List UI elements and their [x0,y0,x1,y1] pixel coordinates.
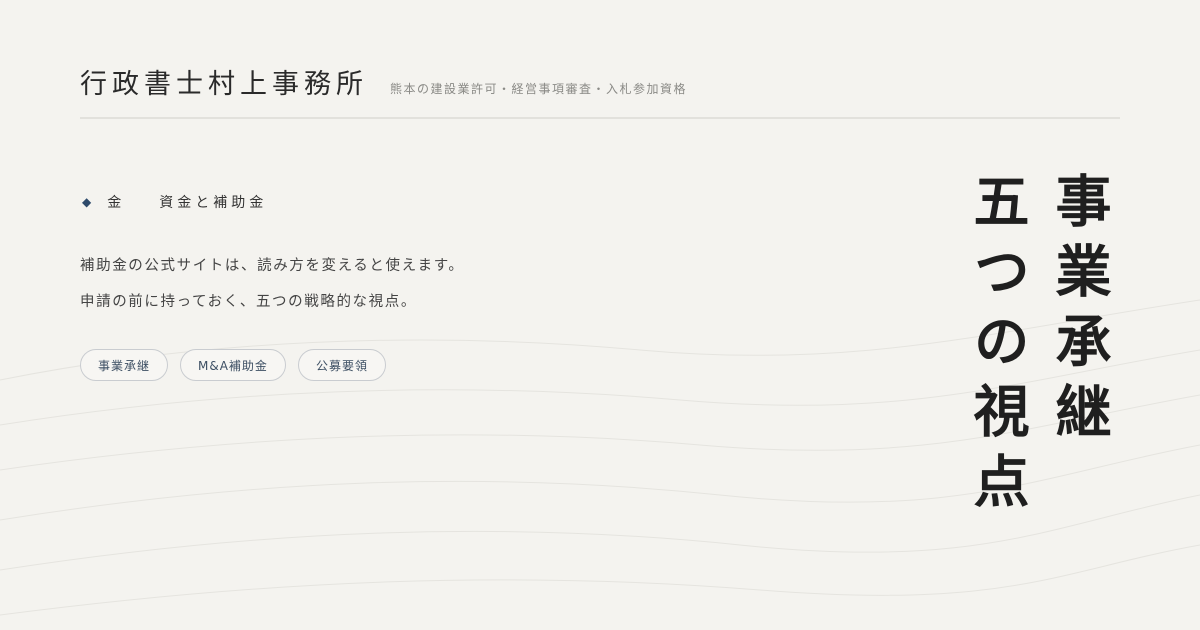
lead-line-2: 申請の前に持っておく、五つの戦略的な視点。 [80,294,417,310]
site-header: 行政書士村上事務所 熊本の建設業許可・経営事項審査・入札参加資格 [80,62,1120,102]
tag-ma-subsidy[interactable]: M&A補助金 [180,349,286,381]
category-main: 金 [107,195,126,211]
lead-text: 補助金の公式サイトは、読み方を変えると使えます。 申請の前に持っておく、五つの戦… [80,248,465,320]
header-divider [80,117,1120,119]
diamond-icon: ◆ [82,195,92,209]
category-sub: 資金と補助金 [159,195,268,211]
title-line-2: 五つの視点 [964,172,1030,522]
tag-public-guidelines[interactable]: 公募要領 [297,349,386,381]
tag-business-succession[interactable]: 事業承継 [80,349,169,381]
title-line-1: 事業承継 [1046,172,1112,452]
tag-list: 事業承継 M&A補助金 公募要領 [80,349,386,381]
category-label: ◆ 金 資金と補助金 [82,192,267,212]
lead-line-1: 補助金の公式サイトは、読み方を変えると使えます。 [80,258,465,274]
site-tagline: 熊本の建設業許可・経営事項審査・入札参加資格 [390,82,688,96]
vertical-title: 事業承継 五つの視点 [956,172,1120,532]
site-name[interactable]: 行政書士村上事務所 [80,62,368,101]
